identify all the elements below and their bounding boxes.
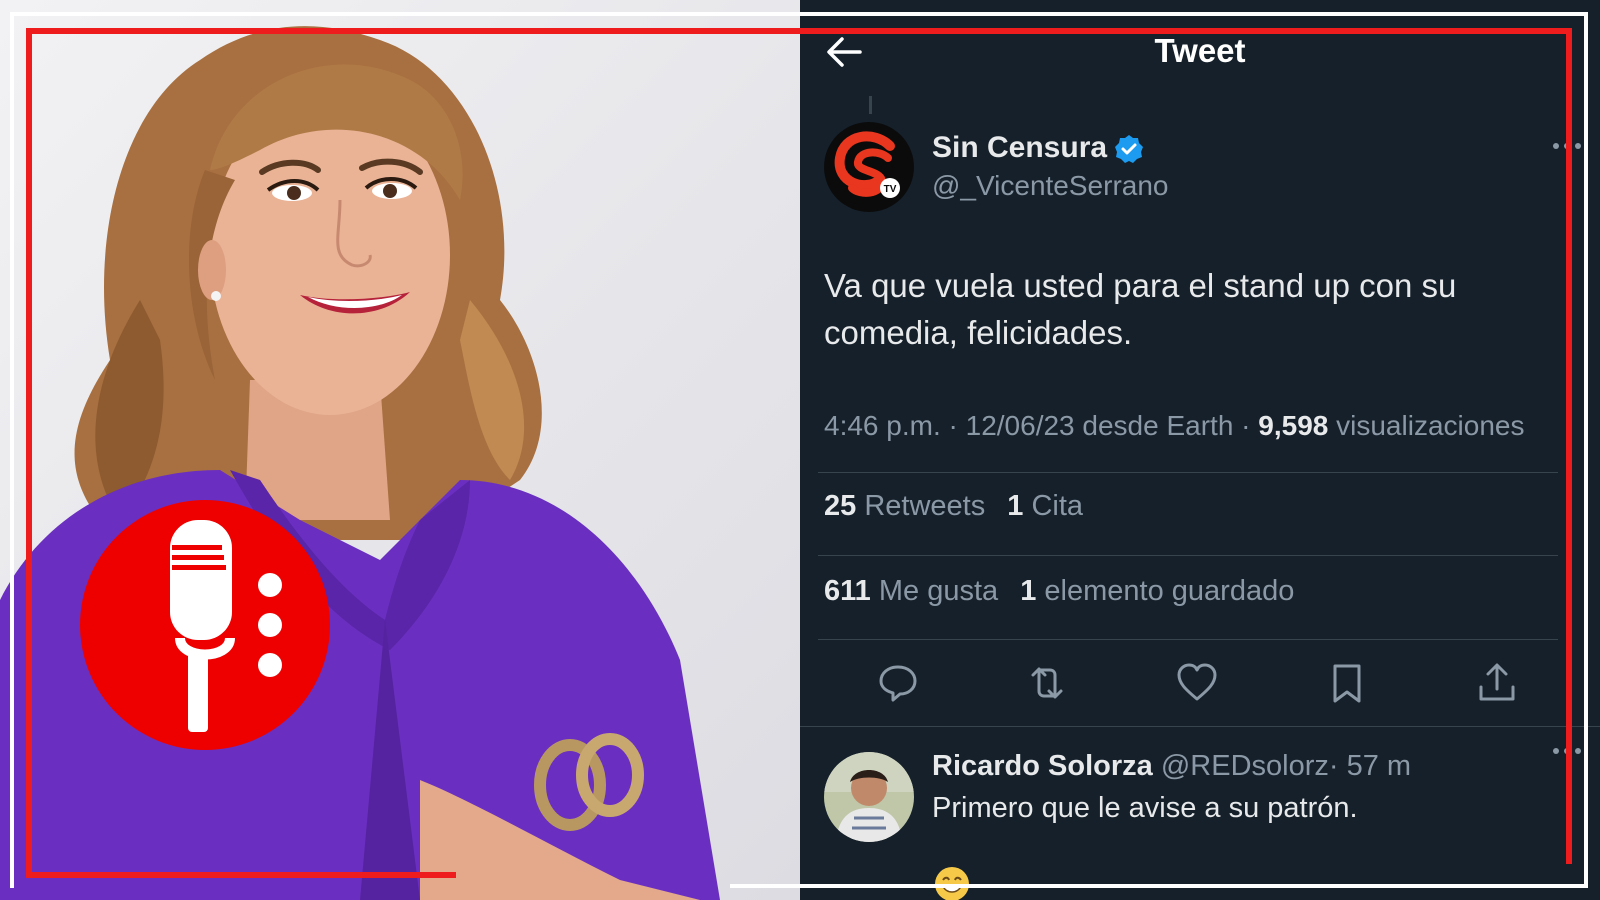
- reply-text: Primero que le avise a su patrón.: [932, 792, 1358, 824]
- like-stats-row: 611 Me gusta 1 elemento guardado: [824, 575, 1294, 608]
- grinning-emoji-icon: [935, 867, 969, 900]
- retweet-icon[interactable]: [1025, 661, 1069, 705]
- frame-border-red: [26, 28, 32, 878]
- tweet-action-bar: [800, 655, 1600, 711]
- frame-border-white: [730, 884, 1588, 888]
- share-icon[interactable]: [1475, 661, 1519, 705]
- frame-border-red: [26, 28, 1572, 34]
- thread-connector-line: [869, 96, 872, 114]
- views-count: 9,598: [1258, 410, 1329, 441]
- reply-author-name[interactable]: Ricardo Solorza: [932, 750, 1153, 782]
- frame-border-red: [26, 872, 456, 878]
- meta-separator: ·: [948, 410, 958, 441]
- reply-author-handle[interactable]: @REDsolorz: [1161, 750, 1329, 782]
- podcast-microphone-logo: [80, 500, 330, 750]
- portrait-photo: [0, 0, 800, 900]
- quotes-stat[interactable]: 1 Cita: [1007, 490, 1083, 522]
- likes-stat[interactable]: 611 Me gusta: [824, 575, 998, 607]
- frame-border-red: [1566, 28, 1572, 864]
- reply-time[interactable]: · 57 m: [1329, 750, 1411, 782]
- frame-border-white: [1584, 12, 1588, 888]
- sin-censura-logo-icon: TV: [824, 122, 914, 212]
- reply-header: Ricardo Solorza @REDsolorz· 57 m: [932, 750, 1411, 783]
- frame-border-white: [10, 12, 14, 888]
- divider: [818, 472, 1558, 473]
- reply-icon[interactable]: [876, 661, 920, 705]
- author-avatar[interactable]: TV: [824, 122, 914, 212]
- frame-border-white: [10, 12, 1588, 16]
- divider: [800, 726, 1600, 727]
- retweet-stats-row: 25 Retweets 1 Cita: [824, 490, 1083, 523]
- likes-count: 611: [824, 575, 871, 607]
- bookmark-icon[interactable]: [1325, 661, 1369, 705]
- quotes-count: 1: [1007, 490, 1024, 522]
- retweets-stat[interactable]: 25 Retweets: [824, 490, 985, 522]
- divider: [818, 639, 1558, 640]
- views-label: visualizaciones: [1336, 410, 1525, 441]
- bookmarks-count: 1: [1020, 575, 1037, 607]
- verified-badge-icon: [1115, 135, 1143, 163]
- reply-avatar[interactable]: [824, 752, 914, 842]
- heart-icon[interactable]: [1175, 661, 1219, 705]
- quotes-label: Cita: [1031, 490, 1084, 522]
- author-handle[interactable]: @_VicenteSerrano: [932, 170, 1169, 202]
- author-name[interactable]: Sin Censura: [932, 131, 1107, 165]
- svg-text:TV: TV: [884, 184, 897, 195]
- avatar: [824, 752, 914, 842]
- bookmarks-label: elemento guardado: [1044, 575, 1295, 607]
- tweet-time[interactable]: 4:46 p.m.: [824, 410, 941, 441]
- tweet-metadata: 4:46 p.m. · 12/06/23 desde Earth · 9,598…: [824, 410, 1524, 442]
- portrait-illustration: [0, 26, 720, 900]
- tweet-text: Va que vuela usted para el stand up con …: [824, 267, 1457, 351]
- tweet-screenshot: Tweet TV Sin Censura @_VicenteSerrano Va…: [800, 0, 1600, 900]
- likes-label: Me gusta: [878, 575, 999, 607]
- divider: [818, 555, 1558, 556]
- bookmarks-stat[interactable]: 1 elemento guardado: [1020, 575, 1294, 607]
- microphone-icon: [80, 500, 330, 750]
- meta-separator: ·: [1241, 410, 1251, 441]
- retweets-label: Retweets: [864, 490, 986, 522]
- retweets-count: 25: [824, 490, 857, 522]
- tweet-date-source: 12/06/23 desde Earth: [965, 410, 1234, 441]
- page-title: Tweet: [1154, 32, 1246, 69]
